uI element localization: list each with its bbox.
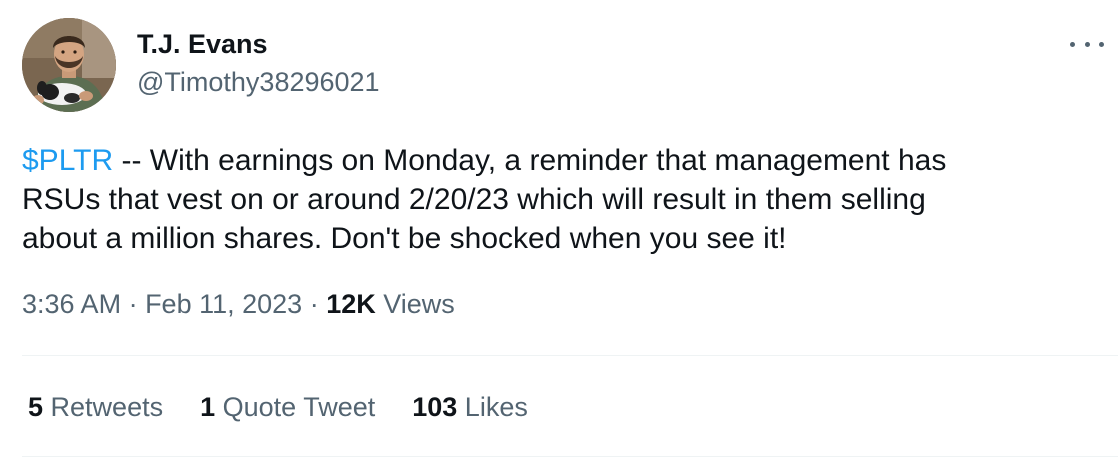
tweet-card: T.J. Evans @Timothy38296021 $PLTR -- Wit…	[0, 0, 1118, 460]
tweet-text-line-1: -- With earnings on Monday, a reminder t…	[113, 144, 947, 177]
meta-separator: ·	[121, 289, 146, 319]
quotes-label: Quote Tweet	[215, 392, 376, 422]
display-name[interactable]: T.J. Evans	[137, 28, 268, 60]
likes-label: Likes	[457, 392, 528, 422]
divider	[22, 456, 1118, 457]
divider	[22, 355, 1118, 356]
tweet-date-link[interactable]: Feb 11, 2023	[145, 289, 302, 319]
retweets-stat[interactable]: 5 Retweets	[28, 390, 163, 424]
retweets-label: Retweets	[43, 392, 164, 422]
ellipsis-icon	[1070, 41, 1075, 47]
tweet-text-line-2: RSUs that vest on or around 2/20/23 whic…	[22, 183, 926, 216]
tweet-text: $PLTR -- With earnings on Monday, a remi…	[22, 141, 1092, 258]
views-label: Views	[375, 289, 455, 319]
likes-stat[interactable]: 103 Likes	[412, 390, 528, 424]
tweet-line-1: $PLTR -- With earnings on Monday, a remi…	[22, 141, 1092, 180]
retweets-count: 5	[28, 392, 44, 422]
meta-separator: ·	[302, 289, 327, 319]
more-options-button[interactable]	[1070, 30, 1104, 58]
ellipsis-icon	[1084, 41, 1090, 47]
avatar[interactable]	[22, 18, 116, 112]
ellipsis-icon	[1099, 41, 1104, 47]
profile-photo-icon	[22, 18, 116, 112]
user-handle[interactable]: @Timothy38296021	[137, 66, 380, 98]
engagement-stats: 5 Retweets 1 Quote Tweet 103 Likes	[28, 390, 565, 424]
tweet-meta: 3:36 AM · Feb 11, 2023 · 12K Views	[22, 287, 455, 321]
cashtag-link[interactable]: $PLTR	[22, 144, 113, 177]
quotes-count: 1	[200, 392, 216, 422]
views-count: 12K	[326, 289, 376, 319]
tweet-time-link[interactable]: 3:36 AM	[22, 289, 121, 319]
tweet-text-line-3: about a million shares. Don't be shocked…	[22, 222, 787, 255]
quote-tweets-stat[interactable]: 1 Quote Tweet	[200, 390, 375, 424]
likes-count: 103	[412, 392, 458, 422]
